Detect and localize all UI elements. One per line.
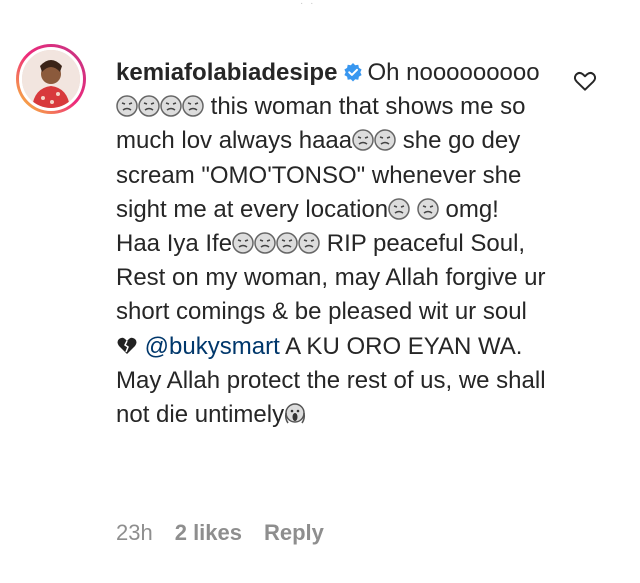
weary-face-emoji-icon bbox=[276, 230, 298, 254]
verified-badge-icon bbox=[343, 58, 363, 82]
mention-link[interactable]: @bukysmart bbox=[145, 333, 280, 360]
weary-face-emoji-icon bbox=[232, 230, 254, 254]
weary-face-emoji-icon bbox=[298, 230, 320, 254]
comment-meta: 23h 2 likes Reply bbox=[116, 520, 324, 546]
broken-heart-emoji-icon bbox=[116, 333, 138, 355]
weary-face-emoji-icon bbox=[374, 127, 396, 152]
top-cut-fragment: · · bbox=[300, 0, 316, 9]
comment-text-part: Oh nooooooooo bbox=[367, 59, 540, 86]
weary-face-emoji-icon bbox=[388, 196, 410, 220]
avatar[interactable] bbox=[19, 47, 83, 111]
reply-button[interactable]: Reply bbox=[264, 520, 324, 546]
avatar-story-ring[interactable] bbox=[16, 44, 86, 114]
weary-face-emoji-icon bbox=[116, 93, 138, 117]
weary-face-emoji-icon bbox=[352, 127, 374, 152]
heart-outline-icon[interactable] bbox=[572, 68, 598, 94]
timestamp: 23h bbox=[116, 520, 153, 545]
screaming-face-emoji-icon bbox=[284, 401, 306, 424]
weary-face-emoji-icon bbox=[417, 196, 439, 220]
weary-face-emoji-icon bbox=[138, 93, 160, 117]
weary-face-emoji-icon bbox=[160, 93, 182, 117]
username-link[interactable]: kemiafolabiadesipe bbox=[116, 59, 337, 86]
instagram-comment-screenshot: · · kemiafolabiadesipe Oh nooooooooo this… bbox=[0, 0, 640, 583]
weary-face-emoji-icon bbox=[182, 93, 204, 117]
comment-body: kemiafolabiadesipe Oh nooooooooo this wom… bbox=[116, 56, 546, 432]
weary-face-emoji-icon bbox=[254, 230, 276, 254]
likes-count[interactable]: 2 likes bbox=[175, 520, 242, 546]
